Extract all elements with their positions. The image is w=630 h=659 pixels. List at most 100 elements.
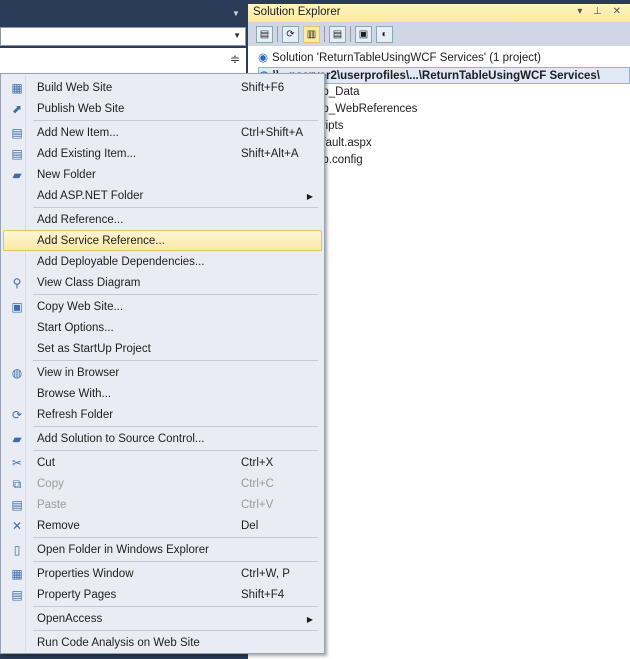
- show-all-files-icon[interactable]: ▥: [303, 25, 320, 43]
- publish-icon: ⬈: [11, 102, 23, 116]
- menu-item-label: View in Browser: [37, 367, 120, 379]
- menu-item-label: Copy: [37, 478, 64, 490]
- menu-item-label: Build Web Site: [37, 82, 113, 94]
- folder-icon: ▰: [12, 168, 22, 182]
- menu-item-openaccess[interactable]: OpenAccess ▶: [3, 608, 322, 629]
- menu-item-set-as-startup-project[interactable]: Set as StartUp Project: [3, 338, 322, 359]
- menu-icon-slot: [4, 318, 30, 337]
- menu-item-view-class-diagram[interactable]: ⚲ View Class Diagram: [3, 272, 322, 293]
- menu-item-label: Add New Item...: [37, 127, 119, 139]
- submenu-arrow-icon: ▶: [306, 192, 313, 201]
- tree-node-label: pp_WebReferences: [316, 103, 418, 115]
- menu-item-add-existing-item[interactable]: ▤ Add Existing Item... Shift+Alt+A: [3, 143, 322, 164]
- menu-icon-slot: [4, 339, 30, 358]
- menu-icon-slot: [4, 252, 30, 271]
- window-controls[interactable]: ▾ ⊥ ✕: [577, 6, 625, 20]
- menu-item-shortcut: Shift+Alt+A: [241, 148, 299, 160]
- build-icon: ▦: [11, 81, 23, 95]
- menu-item-view-in-browser[interactable]: ◍ View in Browser: [3, 362, 322, 383]
- menu-item-label: Run Code Analysis on Web Site: [37, 637, 200, 649]
- menu-item-run-code-analysis-on-web-site[interactable]: Run Code Analysis on Web Site: [3, 632, 322, 653]
- menu-item-label: Properties Window: [37, 568, 134, 580]
- tree-node-label: Solution 'ReturnTableUsingWCF Services' …: [272, 52, 541, 64]
- menu-item-add-reference[interactable]: Add Reference...: [3, 209, 322, 230]
- menu-item-label: Add Existing Item...: [37, 148, 137, 160]
- solution-explorer-title-bar: Solution Explorer ▾ ⊥ ✕: [248, 4, 630, 22]
- source-control-icon: ▰: [12, 432, 22, 446]
- refresh-icon[interactable]: ⟳: [282, 25, 299, 43]
- menu-item-start-options[interactable]: Start Options...: [3, 317, 322, 338]
- menu-item-label: Start Options...: [37, 322, 114, 334]
- refresh-icon: ⟳: [11, 408, 23, 422]
- member-combo[interactable]: ▼: [0, 27, 246, 46]
- menu-item-open-folder-in-windows-explorer[interactable]: ▯ Open Folder in Windows Explorer: [3, 539, 322, 560]
- solution-explorer-toolbar: ▤ ⟳ ▥ ▤ ▣ ◐: [248, 22, 630, 46]
- menu-item-label: Add Service Reference...: [37, 235, 165, 247]
- solution-icon: ◉: [258, 52, 269, 64]
- menu-item-paste[interactable]: ▤ Paste Ctrl+V: [3, 494, 322, 515]
- menu-item-label: Set as StartUp Project: [37, 343, 151, 355]
- menu-item-refresh-folder[interactable]: ⟳ Refresh Folder: [3, 404, 322, 425]
- menu-item-cut[interactable]: ✂ Cut Ctrl+X: [3, 452, 322, 473]
- menu-item-build-web-site[interactable]: ▦ Build Web Site Shift+F6: [3, 77, 322, 98]
- asp-config-icon[interactable]: ◐: [376, 25, 393, 43]
- menu-item-add-solution-to-source-control[interactable]: ▰ Add Solution to Source Control...: [3, 428, 322, 449]
- chevron-down-icon[interactable]: ▼: [233, 31, 241, 40]
- menu-icon-slot: [4, 633, 30, 652]
- menu-item-label: Add Reference...: [37, 214, 124, 226]
- menu-item-property-pages[interactable]: ▤ Property Pages Shift+F4: [3, 584, 322, 605]
- menu-item-label: Add ASP.NET Folder: [37, 190, 144, 202]
- menu-icon-slot: [4, 609, 30, 628]
- menu-item-browse-with[interactable]: Browse With...: [3, 383, 322, 404]
- menu-item-label: Add Solution to Source Control...: [37, 433, 205, 445]
- menu-item-label: Browse With...: [37, 388, 112, 400]
- menu-item-copy-web-site[interactable]: ▣ Copy Web Site...: [3, 296, 322, 317]
- menu-item-label: Remove: [37, 520, 80, 532]
- menu-item-label: Open Folder in Windows Explorer: [37, 544, 209, 556]
- menu-item-shortcut: Ctrl+C: [241, 478, 274, 490]
- toolbar-separator: [277, 26, 278, 42]
- menu-item-label: New Folder: [37, 169, 96, 181]
- menu-item-label: Copy Web Site...: [37, 301, 124, 313]
- menu-item-shortcut: Del: [241, 520, 259, 532]
- menu-item-add-service-reference[interactable]: Add Service Reference...: [3, 230, 322, 251]
- copy-icon: ⧉: [12, 477, 22, 491]
- menu-item-add-asp-net-folder[interactable]: Add ASP.NET Folder ▶: [3, 185, 322, 206]
- menu-item-copy[interactable]: ⧉ Copy Ctrl+C: [3, 473, 322, 494]
- menu-item-label: Refresh Folder: [37, 409, 114, 421]
- menu-icon-slot: [4, 231, 30, 250]
- view-code-icon[interactable]: ▤: [329, 25, 346, 43]
- menu-icon-slot: [4, 186, 30, 205]
- menu-icon-slot: [4, 210, 30, 229]
- existing-item-icon: ▤: [11, 147, 23, 161]
- splitter-icon[interactable]: ≑: [230, 52, 240, 66]
- menu-item-label: Add Deployable Dependencies...: [37, 256, 205, 268]
- submenu-arrow-icon: ▶: [306, 615, 313, 624]
- tree-node[interactable]: ◉ Solution 'ReturnTableUsingWCF Services'…: [258, 50, 630, 67]
- menu-item-publish-web-site[interactable]: ⬈ Publish Web Site: [3, 98, 322, 119]
- open-folder-icon: ▯: [13, 543, 21, 557]
- paste-icon: ▤: [11, 498, 23, 512]
- copy-website-icon[interactable]: ▣: [355, 25, 372, 43]
- menu-item-add-new-item[interactable]: ▤ Add New Item... Ctrl+Shift+A: [3, 122, 322, 143]
- menu-item-add-deployable-dependencies[interactable]: Add Deployable Dependencies...: [3, 251, 322, 272]
- menu-item-shortcut: Ctrl+X: [241, 457, 274, 469]
- menu-item-shortcut: Ctrl+V: [241, 499, 274, 511]
- new-item-icon: ▤: [11, 126, 23, 140]
- menu-icon-slot: [4, 384, 30, 403]
- menu-item-new-folder[interactable]: ▰ New Folder: [3, 164, 322, 185]
- remove-icon: ✕: [11, 519, 23, 533]
- class-diagram-icon: ⚲: [12, 276, 22, 290]
- menu-item-label: Paste: [37, 499, 67, 511]
- cut-icon: ✂: [11, 456, 23, 470]
- menu-item-properties-window[interactable]: ▦ Properties Window Ctrl+W, P: [3, 563, 322, 584]
- menu-item-label: OpenAccess: [37, 613, 103, 625]
- dropdown-arrow-icon[interactable]: ▼: [232, 9, 240, 18]
- toolbar-separator: [350, 26, 351, 42]
- menu-item-remove[interactable]: ✕ Remove Del: [3, 515, 322, 536]
- properties-icon[interactable]: ▤: [256, 25, 273, 43]
- browser-icon: ◍: [11, 366, 23, 380]
- menu-item-label: View Class Diagram: [37, 277, 141, 289]
- solution-explorer-title: Solution Explorer: [253, 6, 341, 18]
- menu-item-label: Property Pages: [37, 589, 117, 601]
